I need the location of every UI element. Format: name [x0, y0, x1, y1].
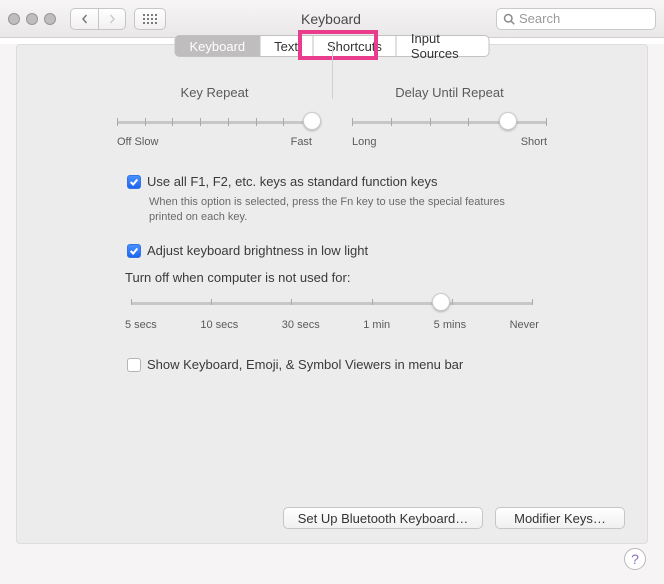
turnoff-thumb[interactable] [432, 293, 450, 311]
window-controls[interactable] [8, 13, 56, 25]
show-all-button[interactable] [134, 8, 166, 30]
nav-segment [70, 8, 126, 30]
search-placeholder: Search [519, 11, 560, 26]
key-repeat-track[interactable] [117, 112, 312, 132]
key-repeat-slider: Key Repeat Off Slow Fast [97, 85, 332, 148]
chevron-left-icon [80, 14, 90, 24]
content: Use all F1, F2, etc. keys as standard fu… [127, 174, 537, 372]
tab-input-sources[interactable]: Input Sources [397, 35, 490, 57]
search-icon [503, 13, 515, 25]
search-input[interactable]: Search [496, 8, 656, 30]
fn-keys-row: Use all F1, F2, etc. keys as standard fu… [127, 174, 537, 189]
delay-title: Delay Until Repeat [332, 85, 567, 100]
brightness-label: Adjust keyboard brightness in low light [147, 243, 368, 258]
menubar-checkbox[interactable] [127, 358, 141, 372]
brightness-row: Adjust keyboard brightness in low light [127, 243, 537, 258]
tab-shortcuts[interactable]: Shortcuts [313, 35, 397, 57]
grid-icon [143, 14, 157, 24]
fn-keys-checkbox[interactable] [127, 175, 141, 189]
top-sliders: Key Repeat Off Slow Fast Delay Until Rep… [97, 85, 567, 148]
fn-keys-sub: When this option is selected, press the … [149, 195, 509, 225]
menubar-label: Show Keyboard, Emoji, & Symbol Viewers i… [147, 357, 463, 372]
key-repeat-thumb[interactable] [303, 112, 321, 130]
forward-button[interactable] [98, 8, 126, 30]
minimize-icon[interactable] [26, 13, 38, 25]
bluetooth-button[interactable]: Set Up Bluetooth Keyboard… [283, 507, 483, 529]
tab-keyboard[interactable]: Keyboard [175, 35, 261, 57]
help-button[interactable]: ? [624, 548, 646, 570]
panel: Keyboard Text Shortcuts Input Sources Ke… [16, 44, 648, 544]
check-icon [129, 246, 139, 256]
turnoff-slider: 5 secs 10 secs 30 secs 1 min 5 mins Neve… [125, 293, 539, 331]
delay-track[interactable] [352, 112, 547, 132]
footer-buttons: Set Up Bluetooth Keyboard… Modifier Keys… [283, 507, 625, 529]
fn-keys-label: Use all F1, F2, etc. keys as standard fu… [147, 174, 437, 189]
chevron-right-icon [107, 14, 117, 24]
back-button[interactable] [70, 8, 98, 30]
stage: Keyboard Text Shortcuts Input Sources Ke… [0, 44, 664, 584]
turnoff-track[interactable] [131, 293, 533, 313]
delay-thumb[interactable] [499, 112, 517, 130]
tab-text[interactable]: Text [260, 35, 313, 57]
turnoff-label: Turn off when computer is not used for: [125, 270, 537, 285]
key-repeat-title: Key Repeat [97, 85, 332, 100]
zoom-icon[interactable] [44, 13, 56, 25]
menubar-row: Show Keyboard, Emoji, & Symbol Viewers i… [127, 357, 537, 372]
window-title: Keyboard [174, 11, 488, 27]
toolbar: Keyboard Search [0, 0, 664, 38]
check-icon [129, 177, 139, 187]
modifier-keys-button[interactable]: Modifier Keys… [495, 507, 625, 529]
close-icon[interactable] [8, 13, 20, 25]
brightness-checkbox[interactable] [127, 244, 141, 258]
delay-slider: Delay Until Repeat Long Short [332, 85, 567, 148]
